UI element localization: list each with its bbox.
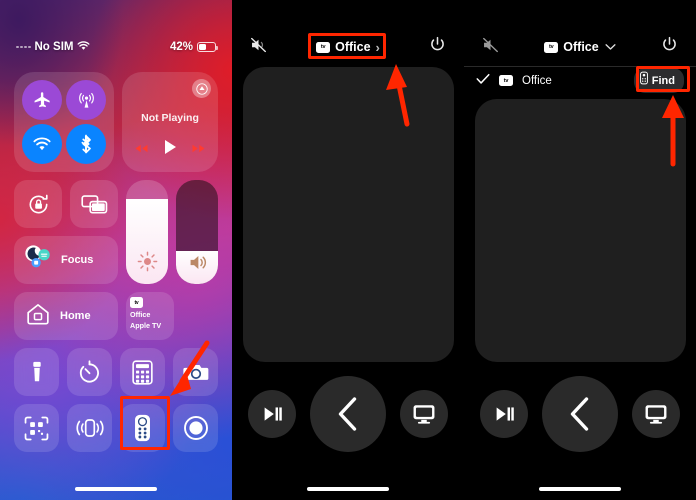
volume-slider[interactable] — [176, 180, 218, 284]
power-icon[interactable] — [429, 36, 446, 58]
wifi-toggle-icon[interactable] — [22, 124, 62, 164]
device-name-label: Office — [563, 40, 599, 54]
remote-button-row — [232, 376, 464, 452]
sound-recognition-icon[interactable] — [67, 404, 112, 452]
checkmark-icon — [476, 72, 490, 90]
device-name-label: Office — [335, 40, 371, 54]
screen-mirroring-icon[interactable] — [70, 180, 118, 228]
home-indicator — [539, 487, 621, 491]
apple-tv-badge-icon: tv — [544, 41, 559, 53]
wifi-icon — [77, 40, 90, 54]
chevron-down-icon — [605, 40, 616, 54]
media-status-label: Not Playing — [141, 112, 199, 124]
focus-tile[interactable]: Focus — [14, 236, 118, 284]
rewind-icon[interactable] — [134, 141, 149, 159]
cellular-data-icon[interactable] — [66, 80, 106, 120]
home-indicator — [307, 487, 389, 491]
device-selector-button[interactable]: tv Office › — [316, 40, 380, 55]
focus-label: Focus — [61, 254, 94, 266]
device-list-row[interactable]: tv Office Find — [464, 66, 696, 94]
carrier-label: No SIM — [34, 41, 74, 53]
remote-icon — [639, 71, 648, 90]
apple-tv-badge-icon: tv — [316, 41, 331, 53]
device-selector-button[interactable]: tv Office — [544, 40, 616, 54]
back-button[interactable] — [542, 376, 618, 452]
device-row-label: Office — [522, 74, 552, 87]
airplay-icon[interactable] — [192, 79, 211, 98]
apple-tv-badge-icon: tv — [130, 297, 143, 308]
find-label: Find — [651, 74, 675, 87]
media-playback-tile[interactable]: Not Playing — [122, 72, 218, 172]
home-label: Home — [60, 310, 91, 322]
control-center-grid: Not Playing Focus Home tv Office Apple T… — [14, 72, 218, 452]
play-pause-button[interactable] — [248, 390, 296, 438]
calculator-icon[interactable] — [120, 348, 165, 396]
battery-percent-label: 42% — [169, 41, 193, 53]
tv-app-button[interactable] — [400, 390, 448, 438]
office-apple-tv-tile[interactable]: tv Office Apple TV — [126, 292, 174, 340]
screen-record-icon[interactable] — [173, 404, 218, 452]
play-icon[interactable] — [163, 139, 177, 160]
apple-tv-badge-icon: tv — [499, 75, 513, 86]
play-pause-button[interactable] — [480, 390, 528, 438]
signal-dots-icon — [16, 45, 31, 49]
chevron-right-icon: › — [375, 39, 380, 55]
home-app-tile[interactable]: Home — [14, 292, 118, 340]
find-button[interactable]: Find — [633, 68, 684, 93]
focus-moon-icon — [23, 243, 53, 278]
flashlight-icon[interactable] — [14, 348, 59, 396]
mute-icon[interactable] — [250, 37, 267, 58]
remote-touch-surface[interactable] — [243, 67, 454, 362]
camera-icon[interactable] — [173, 348, 218, 396]
bluetooth-icon[interactable] — [66, 124, 106, 164]
power-icon[interactable] — [661, 36, 678, 58]
back-button[interactable] — [310, 376, 386, 452]
home-indicator — [75, 487, 157, 491]
apple-tv-line2: Apple TV — [130, 321, 162, 330]
apple-tv-device-list-panel: tv Office tv Office Find — [464, 0, 696, 500]
connectivity-tile-group[interactable] — [14, 72, 114, 172]
airplane-mode-icon[interactable] — [22, 80, 62, 120]
fast-forward-icon[interactable] — [191, 141, 206, 159]
mute-icon[interactable] — [482, 37, 499, 58]
apple-tv-remote-icon[interactable] — [120, 404, 165, 452]
battery-icon — [197, 42, 218, 52]
rotation-lock-icon[interactable] — [14, 180, 62, 228]
brightness-icon — [126, 251, 168, 272]
remote-touch-surface[interactable] — [475, 99, 686, 362]
remote-button-row — [464, 376, 696, 452]
volume-icon — [176, 253, 218, 272]
remote-header: tv Office — [464, 34, 696, 60]
apple-tv-line1: Office — [130, 310, 151, 319]
remote-header: tv Office › — [232, 34, 464, 60]
apple-tv-remote-panel: tv Office › — [232, 0, 464, 500]
screenshot-root: No SIM 42% Not Playing Focus Home tv Off… — [0, 0, 696, 500]
status-bar: No SIM 42% — [0, 37, 232, 57]
brightness-slider[interactable] — [126, 180, 168, 284]
qr-code-scanner-icon[interactable] — [14, 404, 59, 452]
tv-app-button[interactable] — [632, 390, 680, 438]
timer-icon[interactable] — [67, 348, 112, 396]
home-icon — [25, 301, 51, 332]
ios-control-center-panel: No SIM 42% Not Playing Focus Home tv Off… — [0, 0, 232, 500]
